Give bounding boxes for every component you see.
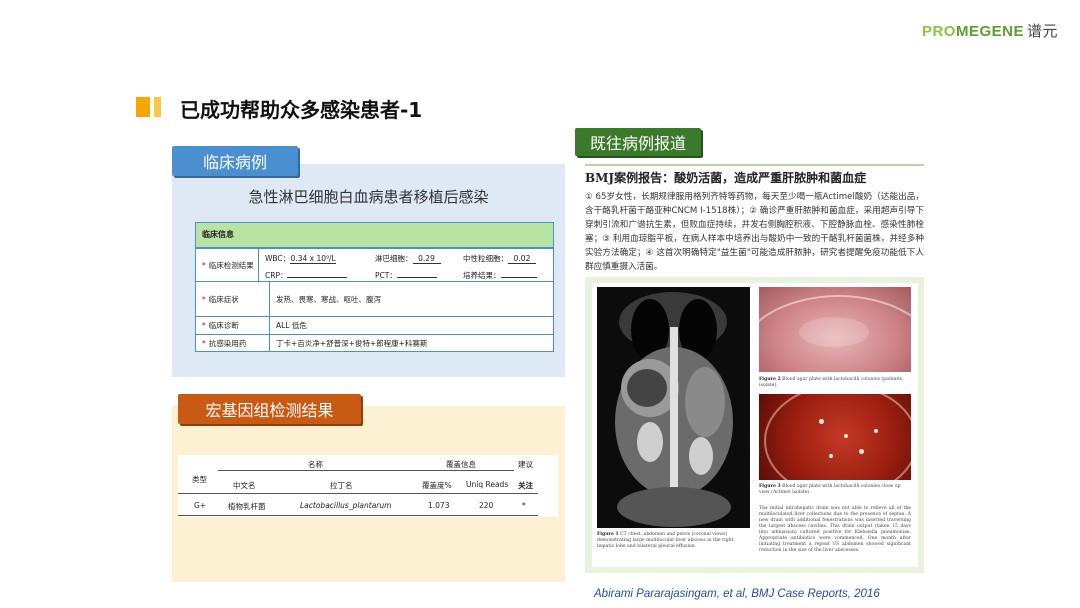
clinical-case-tab: 临床病例 bbox=[172, 146, 298, 176]
row-value: 丁卡+百炎净+舒普深+俊特+郎程康+科赛斯 bbox=[276, 339, 428, 348]
header-suggest: 建议 bbox=[518, 460, 533, 469]
header-cov-pct: 覆盖度% bbox=[422, 481, 452, 490]
figure1-caption: Figure 1 CT chest, abdomen and pelvis (c… bbox=[597, 532, 734, 549]
blood-agar-plate-image bbox=[759, 287, 911, 372]
case-title: 急性淋巴细胞白血病患者移植后感染 bbox=[248, 188, 489, 206]
row-value: ALL 低危 bbox=[276, 321, 307, 330]
metagenome-tab: 宏基因组检测结果 bbox=[178, 394, 361, 424]
clinical-info-header: 临床信息 bbox=[196, 223, 553, 248]
table-row: * 抗感染用药 丁卡+百炎净+舒普深+俊特+郎程康+科赛斯 bbox=[196, 334, 553, 352]
report-headline: BMJ案例报告：酸奶活菌，造成严重肝脓肿和菌血症 bbox=[585, 164, 924, 186]
header-type: 类型 bbox=[192, 475, 207, 484]
row-key-label: 临床诊断 bbox=[208, 321, 239, 330]
row-value: 发热、畏寒、寒战、呕吐、腹泻 bbox=[276, 294, 381, 304]
table-row: * 临床诊断 ALL 低危 bbox=[196, 316, 553, 334]
header-name: 名称 bbox=[308, 460, 323, 469]
table-row: * 临床检测结果 WBC：0.34 x 10⁹/L 淋巴细胞： 0.29 中性粒细胞… bbox=[196, 248, 553, 281]
logo-part-3: 谱元 bbox=[1026, 23, 1058, 40]
report-body: ① 65岁女性，长期规律服用格列齐特等药物，每天至少喝一瓶Actimel酸奶（达… bbox=[585, 192, 924, 272]
row-key-label: 临床症状 bbox=[208, 294, 239, 304]
logo-part-1: PRO bbox=[921, 23, 956, 40]
header-reads: Uniq Reads bbox=[466, 480, 509, 489]
figure3-caption: Figure 3 Blood agar plate with lactobaci… bbox=[759, 484, 901, 495]
slide-title: 已成功帮助众多感染患者-1 bbox=[180, 98, 423, 122]
ct-scan-image bbox=[597, 287, 750, 528]
citation: Abirami Pararajasingam, et al, BMJ Case … bbox=[594, 588, 880, 600]
header-focus: 关注 bbox=[518, 481, 533, 490]
company-logo: PROMEGENE 谱元 bbox=[922, 20, 1058, 41]
header-latin: 拉丁名 bbox=[330, 481, 353, 490]
figure-body-text: The initial intrahepatic drain was not a… bbox=[759, 506, 911, 553]
table-row: * 临床症状 发热、畏寒、寒战、呕吐、腹泻 bbox=[196, 281, 553, 316]
title-accent-bar-secondary bbox=[154, 97, 161, 117]
lab-crp: CRP： bbox=[265, 270, 375, 281]
prior-reports-tab: 既往病例报道 bbox=[575, 128, 701, 156]
header-coverage: 覆盖信息 bbox=[446, 460, 476, 469]
lab-pct: PCT： bbox=[375, 270, 463, 281]
row-key-label: 抗感染用药 bbox=[208, 339, 247, 348]
row-cov-pct: 1.073 bbox=[428, 501, 450, 510]
blood-agar-closeup-image bbox=[759, 394, 911, 480]
clinical-info-table: 临床信息 * 临床检测结果 WBC：0.34 x 10⁹/L 淋巴细胞： 0.29 … bbox=[195, 222, 554, 352]
title-accent-bar bbox=[136, 97, 150, 117]
lab-results: WBC：0.34 x 10⁹/L 淋巴细胞： 0.29 中性粒细胞： 0.02 CR… bbox=[259, 249, 553, 281]
row-key: * 临床检测结果 bbox=[196, 249, 259, 281]
lab-culture: 培养结果： bbox=[463, 270, 553, 281]
lab-lymph: 淋巴细胞： 0.29 bbox=[375, 253, 463, 264]
row-key-label: 临床检测结果 bbox=[208, 260, 254, 270]
row-reads: 220 bbox=[479, 501, 494, 510]
row-cn: 植物乳杆菌 bbox=[228, 502, 266, 511]
header-cn: 中文名 bbox=[233, 481, 256, 490]
metagenome-results-table: 类型 名称 覆盖信息 建议 中文名 拉丁名 覆盖度% Uniq Reads 关注… bbox=[178, 455, 558, 517]
logo-part-2: MEGENE bbox=[955, 23, 1024, 40]
lab-wbc: WBC：0.34 x 10⁹/L bbox=[265, 253, 337, 264]
row-type: G+ bbox=[194, 501, 207, 510]
row-focus: * bbox=[522, 501, 526, 510]
figure2-caption: Figure 2 Blood agar plate with lactobaci… bbox=[759, 377, 903, 388]
row-latin: Lactobacillus_plantarum bbox=[300, 501, 392, 510]
lab-neutro: 中性粒细胞： 0.02 bbox=[463, 253, 553, 264]
